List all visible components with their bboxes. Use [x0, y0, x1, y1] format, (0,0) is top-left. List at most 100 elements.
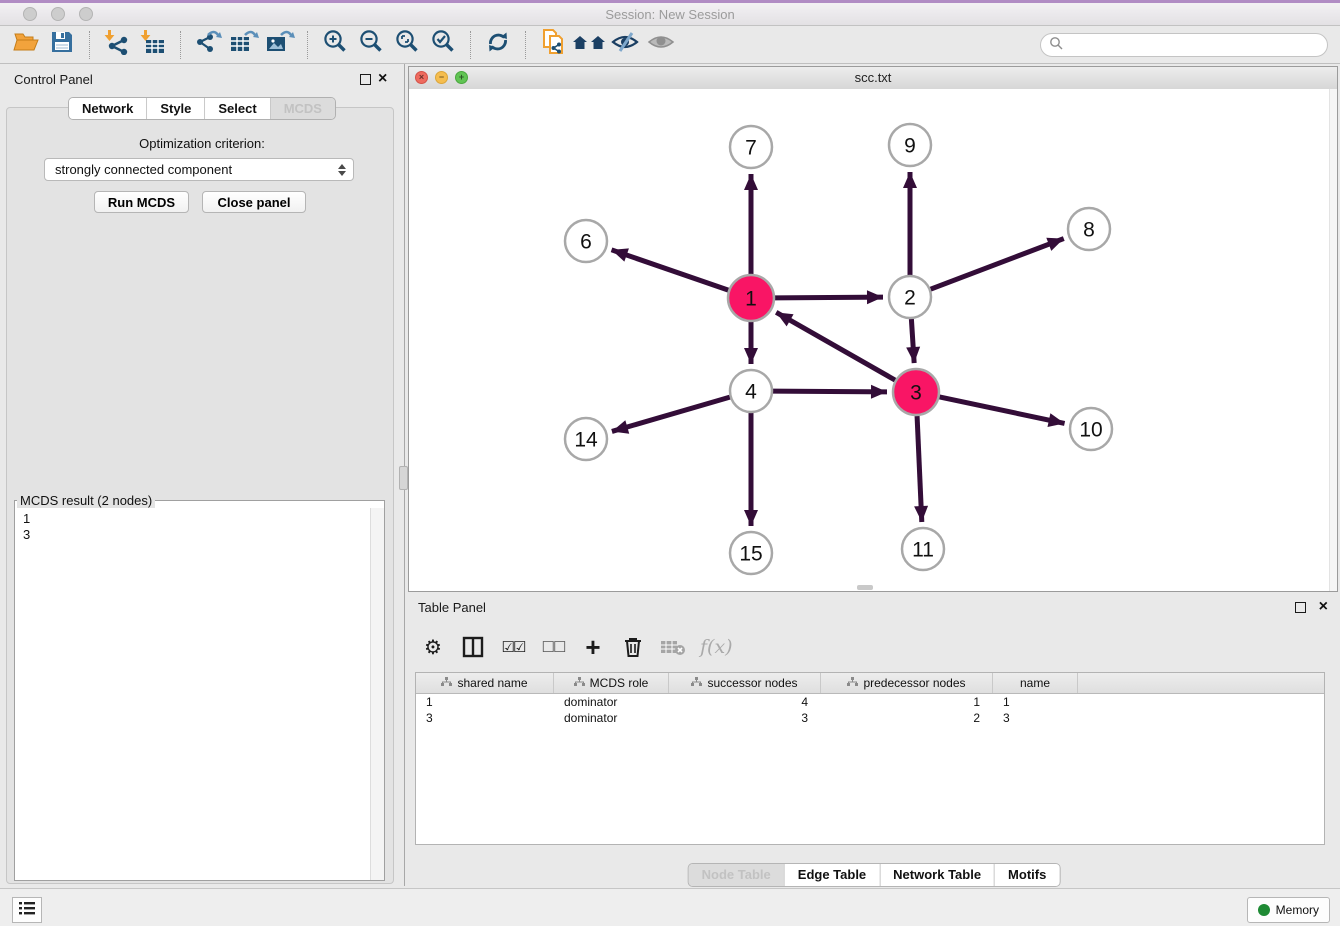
graph-edge-1-2[interactable] [775, 297, 883, 298]
tab-network[interactable]: Network [69, 98, 146, 119]
task-history-button[interactable] [12, 897, 42, 923]
hide-selected-button[interactable] [607, 29, 643, 61]
graph-node-14[interactable]: 14 [565, 418, 607, 460]
svg-text:15: 15 [739, 543, 762, 566]
mcds-result-list: 13 [15, 508, 371, 880]
cell-name[interactable]: 3 [993, 710, 1078, 726]
graph-edge-3-1[interactable] [776, 312, 895, 380]
import-table-button[interactable] [135, 29, 171, 61]
show-all-button[interactable] [643, 29, 679, 61]
column-header-name[interactable]: name [993, 673, 1078, 693]
cell-successor-nodes[interactable]: 4 [669, 694, 821, 710]
cell-successor-nodes[interactable]: 3 [669, 710, 821, 726]
column-header-mcds-role[interactable]: MCDS role [554, 673, 669, 693]
toolbar-separator [525, 31, 526, 59]
table-row[interactable]: 1dominator411 [416, 694, 1324, 710]
export-network-button[interactable] [190, 29, 226, 61]
optimization-criterion-label: Optimization criterion: [0, 136, 404, 151]
tab-style[interactable]: Style [146, 98, 204, 119]
save-floppy-icon [50, 30, 74, 59]
graph-node-10[interactable]: 10 [1070, 408, 1112, 450]
node-table[interactable]: shared nameMCDS rolesuccessor nodesprede… [415, 672, 1325, 845]
tab-node-table[interactable]: Node Table [689, 864, 784, 886]
cell-predecessor-nodes[interactable]: 2 [821, 710, 993, 726]
graph-edge-2-3[interactable] [911, 319, 914, 363]
panel-splitter-handle[interactable] [399, 466, 408, 490]
column-header-predecessor-nodes[interactable]: predecessor nodes [821, 673, 993, 693]
zoom-in-button[interactable] [317, 29, 353, 61]
network-window-titlebar[interactable]: × − + scc.txt [409, 67, 1337, 90]
column-sort-icon [441, 676, 452, 690]
tab-edge-table[interactable]: Edge Table [784, 864, 879, 886]
zoom-out-button[interactable] [353, 29, 389, 61]
gear-icon[interactable]: ⚙ [420, 634, 446, 660]
close-table-panel-icon[interactable]: × [1319, 600, 1328, 614]
open-folder-icon [13, 30, 40, 59]
cell-predecessor-nodes[interactable]: 1 [821, 694, 993, 710]
column-header-successor-nodes[interactable]: successor nodes [669, 673, 821, 693]
tab-mcds[interactable]: MCDS [270, 98, 335, 119]
result-scrollbar[interactable] [370, 508, 384, 880]
run-mcds-button[interactable]: Run MCDS [94, 191, 189, 213]
graph-node-6[interactable]: 6 [565, 220, 607, 262]
graph-node-3[interactable]: 3 [893, 369, 939, 415]
network-canvas[interactable]: 1 2 3 4 6 7 8 9 10 11 14 15 [409, 89, 1337, 591]
table-row[interactable]: 3dominator323 [416, 710, 1324, 726]
tab-select[interactable]: Select [204, 98, 269, 119]
import-network-button[interactable] [99, 29, 135, 61]
open-session-button[interactable] [8, 29, 44, 61]
table-panel-title: Table Panel [418, 600, 486, 615]
graph-node-9[interactable]: 9 [889, 124, 931, 166]
deselect-checks-icon[interactable]: ☐☐ [540, 634, 566, 660]
graph-node-15[interactable]: 15 [730, 532, 772, 574]
graph-node-1[interactable]: 1 [728, 275, 774, 321]
graph-edge-3-10[interactable] [939, 397, 1064, 423]
cell-name[interactable]: 1 [993, 694, 1078, 710]
split-columns-icon[interactable] [460, 634, 486, 660]
graph-edge-4-14[interactable] [612, 397, 730, 431]
add-column-icon[interactable]: + [580, 634, 606, 660]
float-panel-icon[interactable] [360, 74, 371, 85]
duplicate-network-button[interactable] [535, 29, 571, 61]
canvas-scroll-nub[interactable] [857, 585, 873, 590]
search-input[interactable] [1068, 37, 1319, 54]
cell-mcds-role[interactable]: dominator [554, 710, 669, 726]
cell-shared-name[interactable]: 3 [416, 710, 554, 726]
graph-node-8[interactable]: 8 [1068, 208, 1110, 250]
graph-edge-2-8[interactable] [931, 239, 1064, 290]
export-table-button[interactable] [226, 29, 262, 61]
criterion-dropdown[interactable]: strongly connected component [44, 158, 354, 181]
graph-edge-4-3[interactable] [773, 391, 887, 392]
table-panel: Table Panel × ⚙ ☑☑ ☐☐ + f(x) shared name… [408, 594, 1340, 886]
search-field[interactable] [1040, 33, 1328, 57]
refresh-button[interactable] [480, 29, 516, 61]
close-panel-button[interactable]: Close panel [202, 191, 306, 213]
network-vertical-scrollbar[interactable] [1329, 89, 1337, 591]
mcds-result-title: MCDS result (2 nodes) [17, 493, 155, 508]
column-header-shared-name[interactable]: shared name [416, 673, 554, 693]
zoom-fit-button[interactable] [389, 29, 425, 61]
graph-node-2[interactable]: 2 [889, 276, 931, 318]
memory-button[interactable]: Memory [1247, 897, 1330, 923]
network-graph[interactable]: 1 2 3 4 6 7 8 9 10 11 14 15 [409, 89, 1337, 591]
export-image-button[interactable] [262, 29, 298, 61]
graph-node-4[interactable]: 4 [730, 370, 772, 412]
table-toolbar: ⚙ ☑☑ ☐☐ + f(x) [420, 630, 733, 664]
float-table-panel-icon[interactable] [1295, 602, 1306, 613]
toolbar-separator [307, 31, 308, 59]
cell-mcds-role[interactable]: dominator [554, 694, 669, 710]
zoom-selected-button[interactable] [425, 29, 461, 61]
tab-network-table[interactable]: Network Table [879, 864, 994, 886]
graph-node-7[interactable]: 7 [730, 126, 772, 168]
save-session-button[interactable] [44, 29, 80, 61]
cell-shared-name[interactable]: 1 [416, 694, 554, 710]
graph-edge-1-6[interactable] [612, 250, 729, 290]
tab-motifs[interactable]: Motifs [994, 864, 1059, 886]
first-neighbors-button[interactable] [571, 29, 607, 61]
graph-node-11[interactable]: 11 [902, 528, 944, 570]
graph-edge-3-11[interactable] [917, 416, 922, 522]
select-checks-icon[interactable]: ☑☑ [500, 634, 526, 660]
close-panel-icon[interactable]: × [378, 72, 387, 86]
trash-icon[interactable] [620, 634, 646, 660]
export-table-icon [229, 29, 259, 60]
